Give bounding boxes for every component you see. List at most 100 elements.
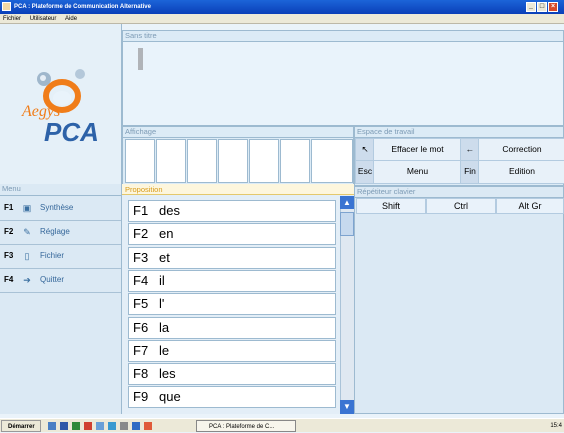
display-cell[interactable]	[187, 139, 217, 183]
word-key: F5	[133, 296, 149, 312]
app-icon	[2, 2, 11, 11]
menu-label: Réglage	[40, 227, 70, 236]
display-cell[interactable]	[156, 139, 186, 183]
word-key: F3	[133, 249, 149, 265]
word-suggestion[interactable]: F2 en	[128, 223, 336, 246]
powerpoint-icon[interactable]	[84, 422, 92, 430]
exit-arrow-icon: ➔	[23, 275, 31, 285]
menu-fichier[interactable]: Fichier	[3, 16, 21, 22]
menu-button[interactable]: Menu	[373, 160, 462, 184]
key-esc: Esc	[355, 160, 375, 184]
tool-icon[interactable]	[120, 422, 128, 430]
menu-aide[interactable]: Aide	[65, 16, 77, 22]
browser-icon[interactable]	[96, 422, 104, 430]
minimize-button[interactable]: _	[526, 2, 536, 12]
display-cell[interactable]	[311, 139, 353, 183]
word-key: F7	[133, 342, 149, 358]
display-cell[interactable]	[249, 139, 279, 183]
word-text: les	[159, 366, 176, 382]
erase-word-button[interactable]: Effacer le mot	[373, 138, 462, 161]
menu-bar: Fichier Utilisateur Aide	[0, 14, 564, 24]
workspace-panel: Espace de travail ↖ Effacer le mot ← Cor…	[354, 126, 564, 186]
close-button[interactable]: ×	[548, 2, 558, 12]
key-home: ↖	[355, 138, 375, 161]
word-suggestion[interactable]: F6 la	[128, 316, 336, 339]
word-key: F6	[133, 319, 149, 335]
file-icon: ▯	[24, 251, 30, 261]
menu-key: F3	[4, 251, 14, 260]
menu-item-fichier[interactable]: F3 ▯ Fichier	[0, 244, 121, 269]
repeater-title: Répétiteur clavier	[355, 187, 563, 198]
document-panel: Sans titre	[122, 30, 564, 126]
word-text: que	[159, 389, 181, 405]
menu-item-reglage[interactable]: F2 ✎ Réglage	[0, 220, 121, 245]
shift-key: Shift	[356, 198, 426, 214]
menu-label: Synthèse	[40, 203, 74, 212]
menu-item-synthese[interactable]: F1 ▣ Synthèse	[0, 196, 121, 221]
system-tray: 15:4	[474, 419, 564, 433]
window-title-bar[interactable]: PCA : Plateforme de Communication Altern…	[0, 0, 564, 14]
altgr-key: Alt Gr	[496, 198, 564, 214]
quicklaunch-icon[interactable]	[48, 422, 56, 430]
document-text-area[interactable]	[123, 42, 563, 125]
logo-panel: Aegys PCA	[0, 24, 122, 184]
menu-key: F1	[4, 203, 14, 212]
menu-utilisateur[interactable]: Utilisateur	[30, 16, 57, 22]
display-cell[interactable]	[218, 139, 248, 183]
word-suggestion[interactable]: F7 le	[128, 339, 336, 362]
taskbar: Démarrer PCA : Plateforme de C... 15:4	[0, 418, 564, 432]
window-title: PCA : Plateforme de Communication Altern…	[14, 4, 151, 10]
word-suggestion[interactable]: F3 et	[128, 246, 336, 269]
word-key: F4	[133, 272, 149, 288]
app-icon[interactable]	[132, 422, 140, 430]
keyboard-repeater-panel: Répétiteur clavier	[354, 186, 564, 414]
start-button[interactable]: Démarrer	[1, 420, 41, 432]
word-key: F9	[133, 389, 149, 405]
start-label: Démarrer	[8, 424, 35, 430]
word-suggestion[interactable]: F1 des	[128, 200, 336, 222]
menu-item-quitter[interactable]: F4 ➔ Quitter	[0, 268, 121, 293]
word-text: le	[159, 342, 170, 358]
scroll-thumb[interactable]	[340, 212, 354, 236]
scroll-up-icon[interactable]: ▲	[340, 196, 354, 209]
correction-button[interactable]: Correction	[478, 138, 564, 161]
word-icon[interactable]	[60, 422, 68, 430]
word-text: des	[159, 203, 180, 218]
menu-panel: Menu F1 ▣ Synthèse F2 ✎ Réglage F3 ▯ Fic…	[0, 184, 122, 414]
edition-button[interactable]: Edition	[478, 160, 564, 184]
clock: 15:4	[550, 423, 562, 429]
display-cell[interactable]	[280, 139, 310, 183]
scroll-down-icon[interactable]: ▼	[340, 400, 354, 414]
key-fin: Fin	[460, 160, 480, 184]
key-backspace: ←	[460, 138, 480, 161]
word-text: l'	[159, 296, 165, 312]
display-cell[interactable]	[125, 139, 155, 183]
word-text: il	[159, 272, 165, 288]
word-suggestion[interactable]: F9 que	[128, 386, 336, 409]
maximize-button[interactable]: □	[537, 2, 547, 12]
word-text: en	[159, 226, 174, 242]
word-text: et	[159, 249, 170, 265]
text-caret	[138, 48, 143, 70]
menu-key: F2	[4, 227, 14, 236]
menu-label: Quitter	[40, 275, 65, 284]
media-icon[interactable]	[144, 422, 152, 430]
proposition-title: Proposition	[122, 184, 354, 195]
menu-key: F4	[4, 275, 14, 284]
word-key: F8	[133, 366, 149, 382]
ie-icon[interactable]	[108, 422, 116, 430]
affichage-panel: Affichage	[122, 126, 354, 186]
word-suggestion[interactable]: F8 les	[128, 363, 336, 386]
menu-title: Menu	[0, 184, 121, 196]
task-label: PCA : Plateforme de C...	[209, 424, 275, 430]
word-suggestion[interactable]: F5 l'	[128, 293, 336, 316]
word-key: F2	[133, 226, 149, 242]
workspace-title: Espace de travail	[355, 127, 563, 138]
speaker-icon: ▣	[22, 203, 32, 213]
product-name: PCA	[44, 117, 99, 147]
word-suggestion[interactable]: F4 il	[128, 269, 336, 292]
wrench-icon: ✎	[23, 227, 31, 237]
menu-label: Fichier	[40, 251, 65, 260]
task-button-pca[interactable]: PCA : Plateforme de C...	[196, 420, 296, 432]
excel-icon[interactable]	[72, 422, 80, 430]
